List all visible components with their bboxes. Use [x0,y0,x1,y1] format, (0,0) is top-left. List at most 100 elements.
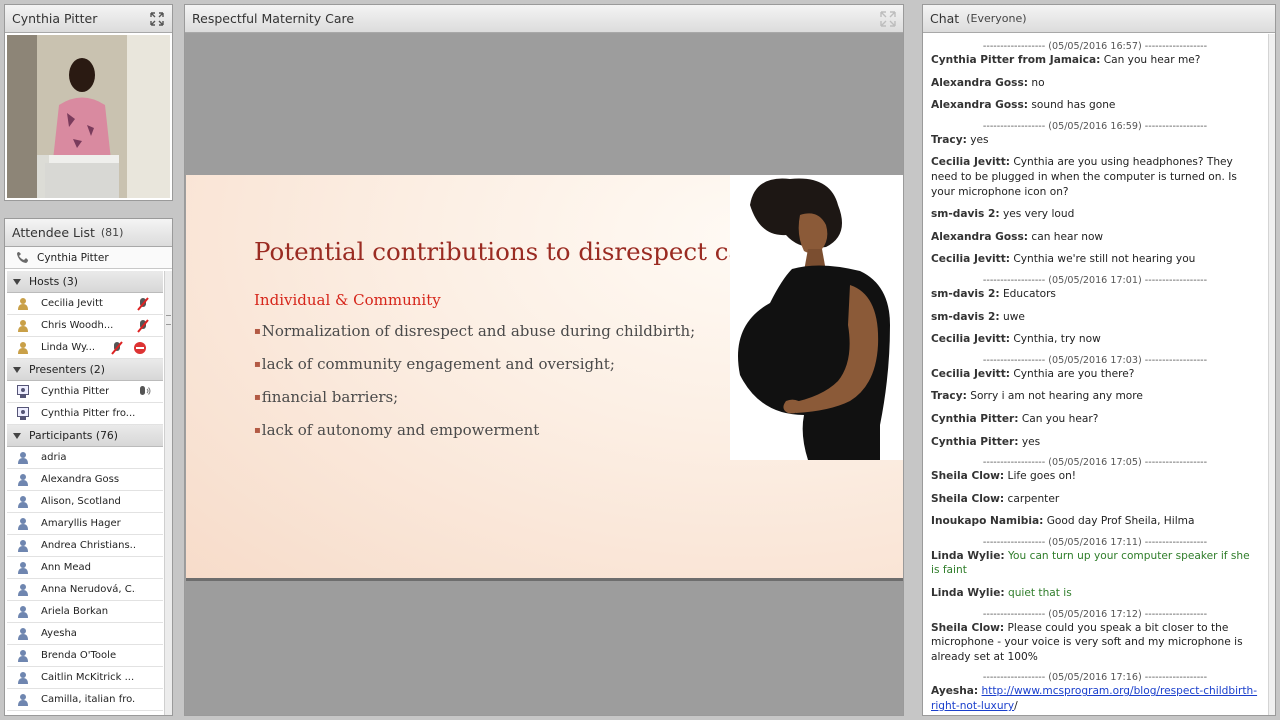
slide-subtitle: Individual & Community [254,291,441,309]
participants-list: adria Alexandra Goss Alison, Scotland Amary… [7,447,163,711]
chat-sender: Cynthia Pitter from Jamaica: [931,54,1101,66]
presenters-group-label: Presenters (2) [29,363,105,376]
attendee-row[interactable]: Andrea Christians... [7,535,163,557]
collapse-triangle-icon[interactable] [13,366,21,373]
fullscreen-icon[interactable] [149,11,165,27]
attendee-pod-header: Attendee List (81) [5,219,172,247]
chat-sender: Sheila Clow: [931,621,1005,634]
chat-text: uwe [999,310,1025,323]
participant-user-icon [18,606,28,618]
attendee-row[interactable]: Camilla, italian fro... [7,689,163,711]
camera-pod: Cynthia Pitter [4,4,173,201]
attendee-row[interactable]: adria [7,447,163,469]
attendee-row[interactable]: Amaryllis Hager [7,513,163,535]
hosts-group-header[interactable]: Hosts (3) [7,271,163,293]
chat-sender: sm-davis 2: [931,208,1000,221]
attendee-row[interactable]: Ayesha [7,623,163,645]
chat-text: sound has gone [1028,99,1116,112]
chat-timestamp: ------------------ (05/05/2016 17:12) --… [982,608,1208,620]
camera-pod-header: Cynthia Pitter [5,5,172,33]
attendee-name: Amaryllis Hager [41,518,121,529]
attendee-name: Alexandra Goss [41,474,120,485]
chat-message: Sheila Clow: carpenter [925,492,1265,507]
presenter-user-icon [17,407,29,420]
chat-link[interactable]: http://www.mcsprogram.org/blog/respect-c… [931,685,1257,712]
attendee-row[interactable]: Cynthia Pitter [7,381,163,403]
do-not-enter-icon [134,341,146,354]
attendee-row[interactable]: Anna Nerudová, C... [7,579,163,601]
attendee-row[interactable]: Cecilia Jevitt [7,293,163,315]
slide-bullet: ▪Normalization of disrespect and abuse d… [254,322,695,340]
chat-timestamp: ------------------ (05/05/2016 17:11) --… [982,536,1208,548]
chat-sender: Alexandra Goss: [931,76,1029,89]
bullet-icon: ▪ [254,326,261,337]
host-user-icon [18,320,28,332]
attendee-row[interactable]: Brenda O'Toole [7,645,163,667]
participant-user-icon [18,496,28,508]
attendee-name: Andrea Christians... [41,540,136,551]
chat-sender: sm-davis 2: [931,310,1000,323]
collapse-triangle-icon[interactable] [13,278,21,285]
microphone-muted-icon [137,318,149,333]
chat-sender: Tracy: [931,390,967,403]
bullet-icon: ▪ [254,359,261,370]
participant-user-icon [18,474,28,486]
attendee-row[interactable]: Chris Woodh... [7,315,163,337]
presenter-user-icon [17,385,29,398]
chat-scrollbar[interactable] [1268,34,1275,715]
chat-text: no [1028,76,1045,89]
current-user-row[interactable]: Cynthia Pitter [5,247,172,269]
slide-bullet-text: lack of community engagement and oversig… [261,355,615,373]
chat-sender: Cynthia Pitter: [931,412,1019,425]
chat-pod-header: Chat (Everyone) [923,5,1275,33]
participant-user-icon [18,540,28,552]
participants-group-header[interactable]: Participants (76) [7,425,163,447]
chat-message: Cynthia Pitter: Can you hear? [925,412,1265,427]
hosts-group-label: Hosts (3) [29,275,78,288]
attendee-row[interactable]: Linda Wy... [7,337,163,359]
share-pod: Respectful Maternity Care Potential cont… [184,4,904,716]
chat-message: Cynthia Pitter from Jamaica: Can you hea… [925,53,1265,68]
presenters-group-header[interactable]: Presenters (2) [7,359,163,381]
chat-timestamp: ------------------ (05/05/2016 17:16) --… [982,672,1208,684]
microphone-active-icon [140,385,151,395]
chat-text: Can you hear me? [1100,54,1201,66]
attendee-row[interactable]: Caitlin McKitrick ... [7,667,163,689]
chat-text: Sorry i am not hearing any more [966,390,1143,403]
slide-bullet-text: financial barriers; [261,388,399,406]
attendee-row[interactable]: Ann Mead [7,557,163,579]
chat-message: Tracy: yes [925,133,1265,148]
camera-pod-title: Cynthia Pitter [12,11,98,26]
collapse-triangle-icon[interactable] [13,432,21,439]
chat-timestamp: ------------------ (05/05/2016 17:05) --… [982,457,1208,469]
attendee-list: Hosts (3) Cecilia Jevitt Chris Woodh... … [7,271,163,715]
chat-message: Tracy: Sorry i am not hearing any more [925,389,1265,404]
attendee-row[interactable]: Alexandra Goss [7,469,163,491]
chat-sender: Linda Wylie: [931,587,1005,600]
chat-text: quiet that is [1004,587,1072,600]
participant-user-icon [18,694,28,706]
attendee-scrollbar[interactable] [164,271,172,715]
participants-group-label: Participants (76) [29,429,119,442]
participant-user-icon [18,518,28,530]
participant-user-icon [18,672,28,684]
chat-timestamp: ------------------ (05/05/2016 17:03) --… [982,354,1208,366]
chat-text: Cynthia are you there? [1010,367,1135,380]
participant-user-icon [18,650,28,662]
chat-sender: Alexandra Goss: [931,99,1029,112]
chat-scope[interactable]: (Everyone) [966,12,1026,25]
slide-bullet: ▪lack of autonomy and empowerment [254,421,539,439]
attendee-row[interactable]: Cynthia Pitter fro... [7,403,163,425]
slide-letterbox-bottom [186,581,903,715]
host-user-icon [18,342,28,354]
fullscreen-icon[interactable] [880,10,896,27]
chat-timestamp: ------------------ (05/05/2016 17:01) --… [982,274,1208,286]
chat-sender: Cecilia Jevitt: [931,333,1010,346]
chat-message: Linda Wylie: You can turn up your comput… [925,549,1265,578]
scroll-grip-icon[interactable] [166,315,171,325]
chat-message: Alexandra Goss: sound has gone [925,98,1265,113]
microphone-muted-icon [137,296,149,311]
attendee-row[interactable]: Alison, Scotland [7,491,163,513]
attendee-row[interactable]: Ariela Borkan [7,601,163,623]
chat-text: / [1014,700,1018,713]
